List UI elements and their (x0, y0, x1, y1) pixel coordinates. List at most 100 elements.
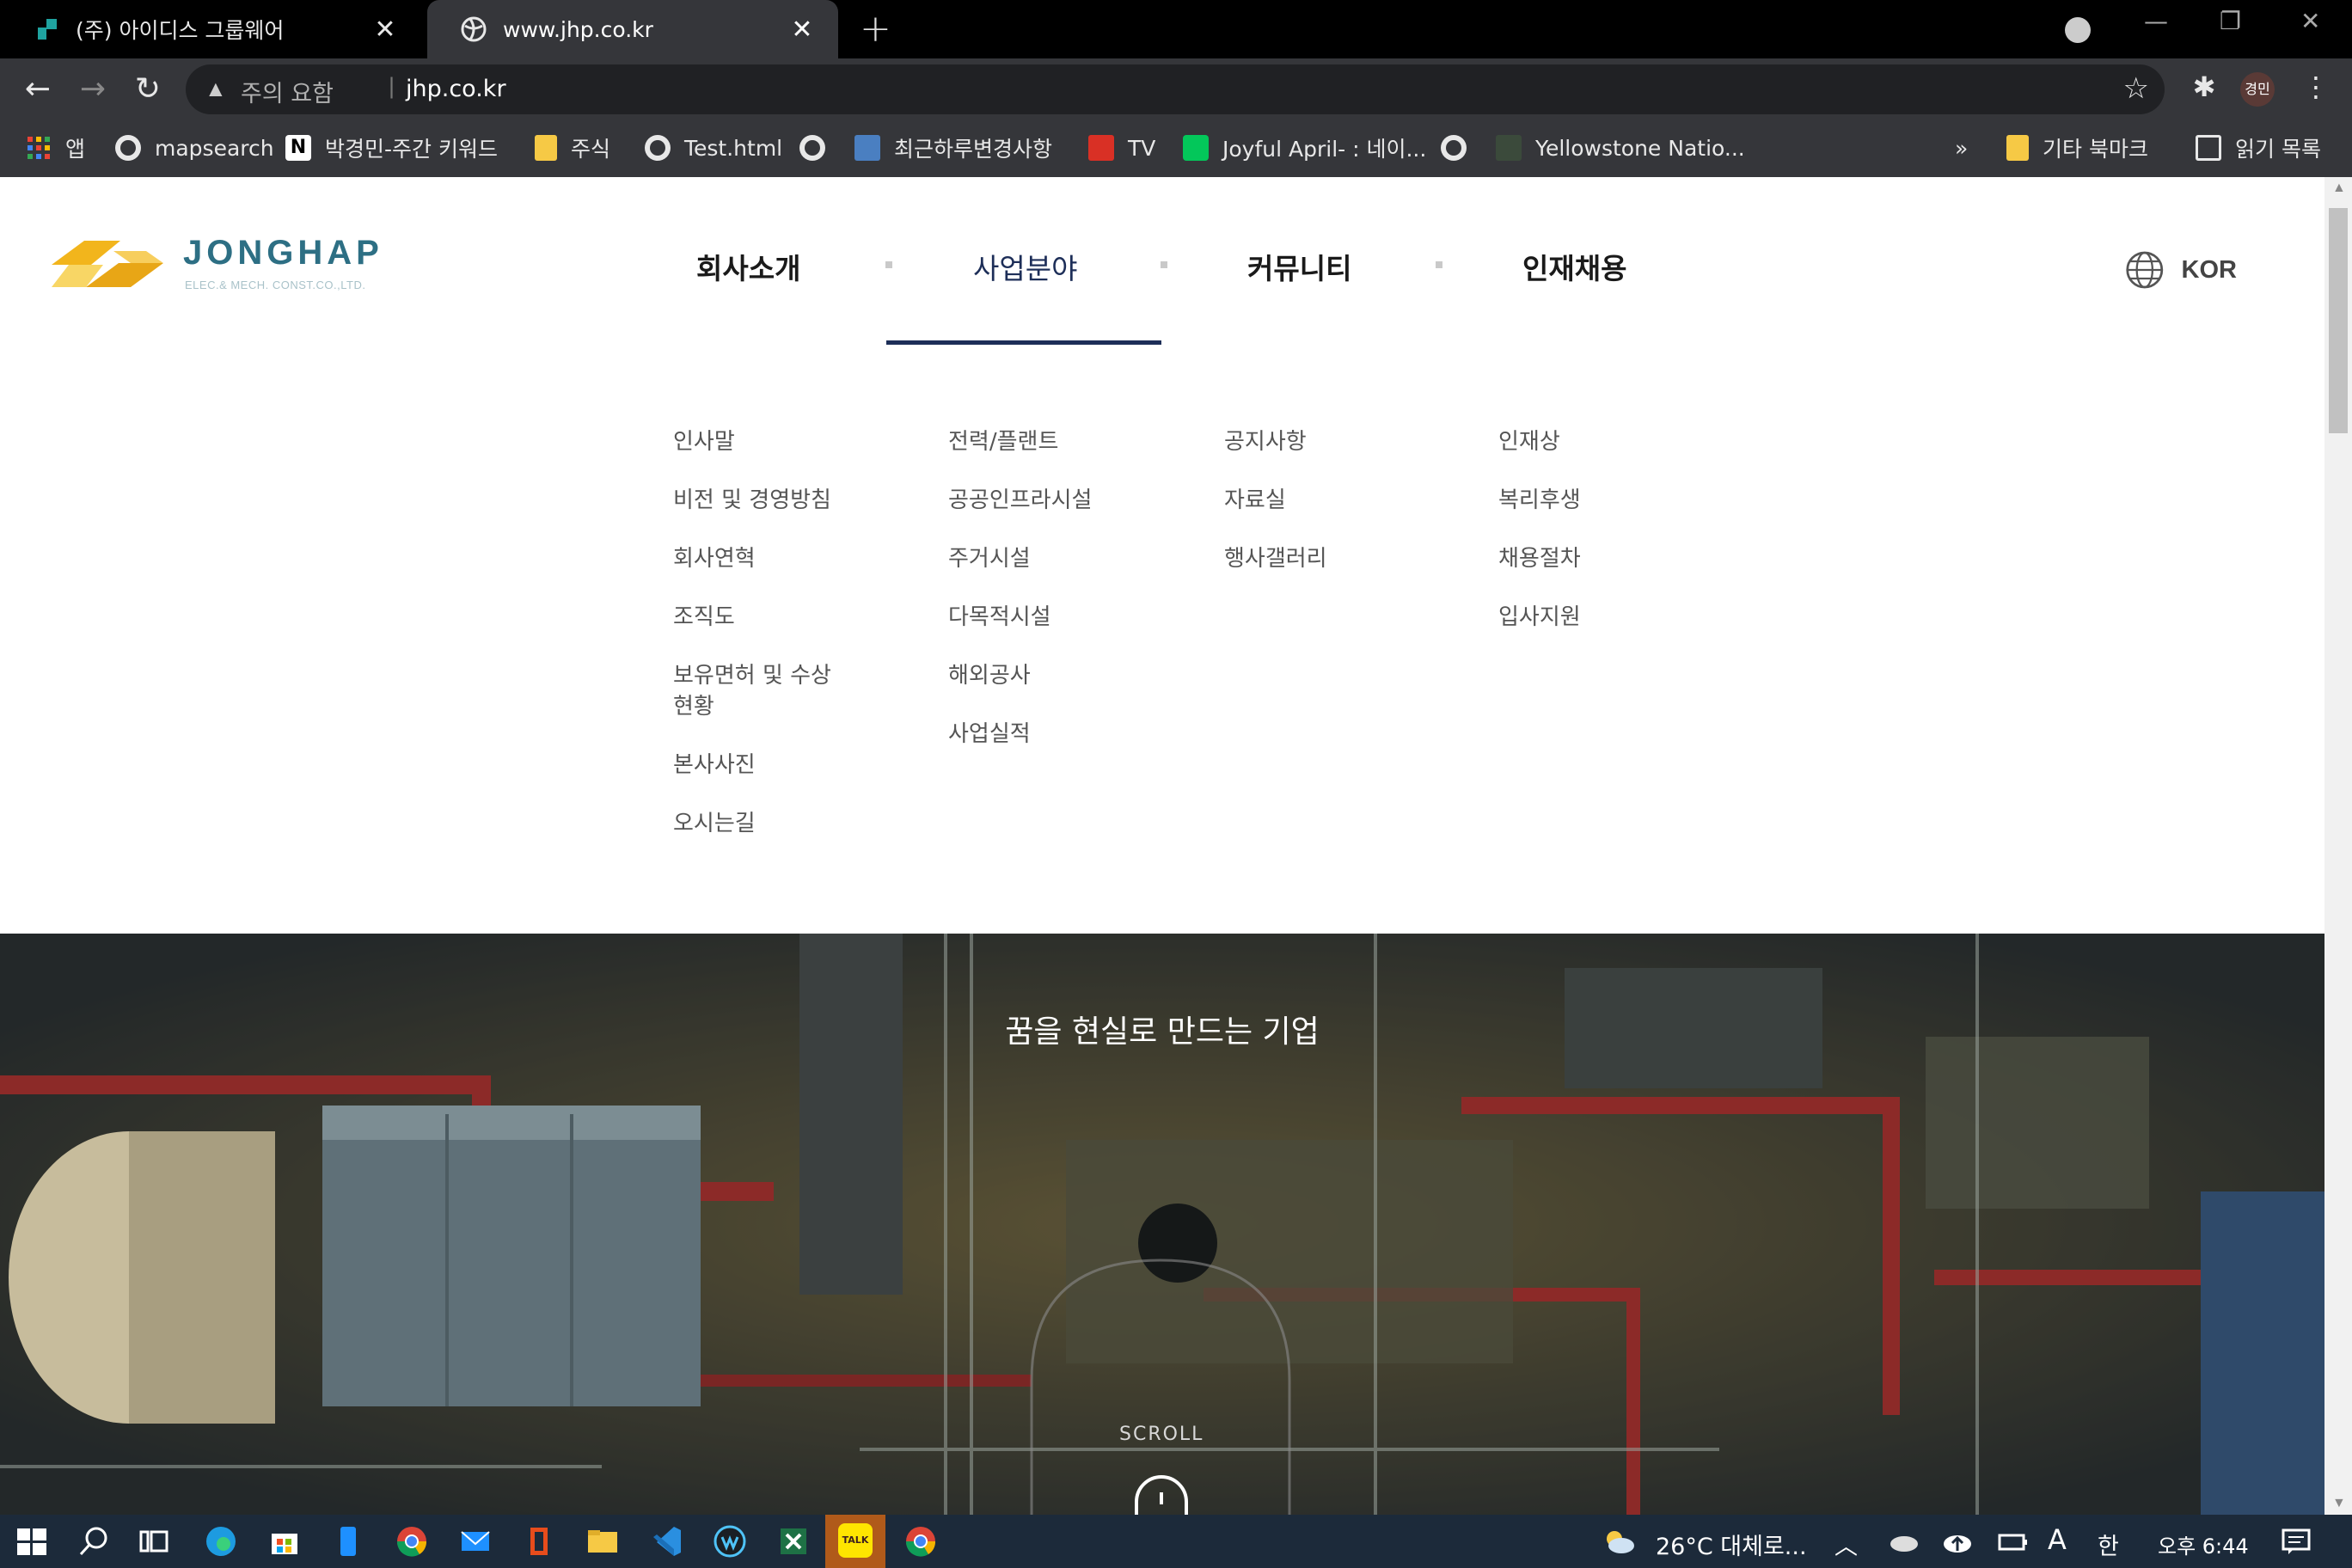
search-icon[interactable] (76, 1523, 112, 1559)
submenu-item[interactable]: 복리후생 (1498, 485, 1662, 516)
submenu-item[interactable]: 채용절차 (1498, 543, 1662, 574)
globe-icon (645, 135, 671, 161)
chrome-icon[interactable] (903, 1523, 939, 1559)
tab-close-icon[interactable]: ✕ (785, 15, 819, 45)
submenu-recruit: 인재상 복리후생 채용절차 입사지원 (1498, 426, 1662, 660)
address-separator: | (389, 73, 395, 99)
security-status[interactable]: 주의 요함 (241, 75, 334, 108)
url-text[interactable]: jhp.co.kr (406, 76, 506, 102)
battery-icon[interactable] (1994, 1523, 2030, 1559)
bookmarks-overflow-button[interactable]: » (1955, 131, 1968, 165)
task-view-icon[interactable] (136, 1523, 172, 1559)
extensions-icon[interactable]: ✱ (2185, 70, 2223, 108)
hero-banner: 꿈을 현실로 만드는 기업 SCROLL (0, 934, 2324, 1515)
new-tab-button[interactable]: + (860, 7, 891, 51)
submenu-item[interactable]: 보유면허 및 수상현황 (673, 660, 836, 722)
ime-mode-indicator[interactable]: A (2048, 1523, 2067, 1556)
notification-center-icon[interactable] (2278, 1523, 2314, 1559)
tab-search-icon[interactable] (2065, 17, 2091, 43)
window-close-button[interactable]: ✕ (2300, 7, 2320, 35)
logo-wordmark: JONGHAP (183, 234, 383, 272)
nav-company[interactable]: 회사소개 (696, 246, 800, 287)
scrollbar-thumb[interactable] (2329, 208, 2348, 433)
submenu-item[interactable]: 다목적시설 (948, 602, 1112, 633)
office-icon[interactable] (521, 1523, 557, 1559)
clock[interactable]: 오후 6:44 (2158, 1529, 2249, 1559)
submenu-item[interactable]: 오시는길 (673, 808, 836, 839)
file-explorer-icon[interactable] (585, 1523, 621, 1559)
submenu-item[interactable]: 전력/플랜트 (948, 426, 1112, 457)
tab-jhp[interactable]: www.jhp.co.kr ✕ (427, 0, 838, 58)
submenu-item[interactable]: 비전 및 경영방침 (673, 485, 836, 516)
submenu-item[interactable]: 행사갤러리 (1224, 543, 1387, 574)
bookmark-apps[interactable]: 앱 (26, 131, 85, 165)
warning-icon[interactable]: ▲ (205, 76, 227, 102)
phone-app-icon[interactable] (330, 1523, 366, 1559)
reload-icon[interactable]: ↻ (129, 70, 167, 108)
bookmark-label: 읽기 목록 (2235, 137, 2321, 162)
reading-list-icon (2196, 135, 2221, 161)
excel-icon[interactable] (775, 1523, 812, 1559)
globe-icon (2126, 251, 2164, 289)
onedrive-icon[interactable] (1886, 1523, 1922, 1559)
nav-recruit[interactable]: 인재채용 (1522, 246, 1626, 287)
other-bookmarks[interactable]: 기타 북마크 (2006, 131, 2148, 165)
submenu-item[interactable]: 주거시설 (948, 543, 1112, 574)
submenu-item[interactable]: 회사연혁 (673, 543, 836, 574)
submenu-item[interactable]: 인사말 (673, 426, 836, 457)
nav-community[interactable]: 커뮤니티 (1247, 246, 1351, 287)
page-scrollbar[interactable]: ▲ ▼ (2324, 177, 2352, 1515)
submenu-item[interactable]: 조직도 (673, 602, 836, 633)
submenu-item[interactable]: 자료실 (1224, 485, 1387, 516)
reading-list[interactable]: 읽기 목록 (2196, 131, 2321, 165)
bookmark-label: 최근하루변경사항 (894, 137, 1053, 162)
scroll-up-arrow-icon[interactable]: ▲ (2332, 181, 2346, 196)
mail-icon[interactable] (457, 1523, 493, 1559)
tab-groupware[interactable]: (주) 아이디스 그룹웨어 ✕ (0, 0, 421, 58)
bookmark-blog[interactable]: Joyful April- : 네이... (1183, 131, 1426, 165)
address-bar[interactable]: ▲ 주의 요함 | jhp.co.kr ☆ (186, 64, 2165, 114)
submenu-item[interactable]: 사업실적 (948, 719, 1112, 750)
tray-expand-icon[interactable]: ︿ (1834, 1528, 1858, 1561)
menu-kebab-icon[interactable]: ⋮ (2297, 70, 2335, 108)
site-logo[interactable]: JONGHAP ELEC.& MECH. CONST.CO.,LTD. (52, 230, 395, 299)
forward-icon[interactable]: → (74, 70, 112, 108)
vscode-icon[interactable] (648, 1523, 684, 1559)
submenu-item[interactable]: 공공인프라시설 (948, 485, 1112, 516)
kakaotalk-taskbar-active[interactable]: TALK (825, 1515, 885, 1568)
edge-icon[interactable] (203, 1523, 239, 1559)
windows-start-icon[interactable] (14, 1523, 50, 1559)
submenu-item[interactable]: 공지사항 (1224, 426, 1387, 457)
restore-button[interactable]: ❐ (2220, 7, 2241, 35)
bookmark-recent-changes[interactable]: 최근하루변경사항 (854, 131, 1052, 165)
submenu-item[interactable]: 본사사진 (673, 750, 836, 781)
bookmark-weekly-keyword[interactable]: N 박경민-주간 키워드 (285, 131, 498, 165)
chrome-icon[interactable] (394, 1523, 430, 1559)
tab-close-icon[interactable]: ✕ (368, 15, 402, 45)
store-icon[interactable] (266, 1523, 303, 1559)
submenu-item[interactable]: 입사지원 (1498, 602, 1662, 633)
nav-divider (1161, 261, 1167, 268)
webex-icon[interactable] (712, 1523, 748, 1559)
submenu-item[interactable]: 인재상 (1498, 426, 1662, 457)
bookmark-star-icon[interactable]: ☆ (2123, 71, 2149, 106)
language-selector[interactable]: KOR (2125, 246, 2237, 294)
bookmark-tv[interactable]: TV (1088, 131, 1155, 165)
bookmark-globe[interactable] (799, 131, 839, 165)
cloud-upload-icon[interactable] (1939, 1523, 1975, 1559)
nav-business[interactable]: 사업분야 (973, 246, 1077, 287)
bookmark-stocks[interactable]: 주식 (535, 131, 610, 165)
bookmark-mapsearch[interactable]: mapsearch (115, 131, 274, 165)
weather-cloud-icon[interactable] (1601, 1523, 1637, 1559)
profile-avatar[interactable]: 경민 (2240, 72, 2275, 107)
apps-grid-icon (26, 135, 52, 161)
bookmark-test-html[interactable]: Test.html (645, 131, 782, 165)
submenu-item[interactable]: 해외공사 (948, 660, 1112, 691)
scroll-down-arrow-icon[interactable]: ▼ (2332, 1496, 2346, 1511)
weather-text[interactable]: 26°C 대체로... (1656, 1528, 1807, 1561)
bookmark-globe-2[interactable] (1441, 131, 1480, 165)
minimize-button[interactable]: — (2144, 7, 2168, 35)
bookmark-yellowstone[interactable]: Yellowstone Natio... (1496, 131, 1745, 165)
back-icon[interactable]: ← (19, 70, 57, 108)
korean-ime-indicator[interactable]: 한 (2098, 1528, 2119, 1561)
